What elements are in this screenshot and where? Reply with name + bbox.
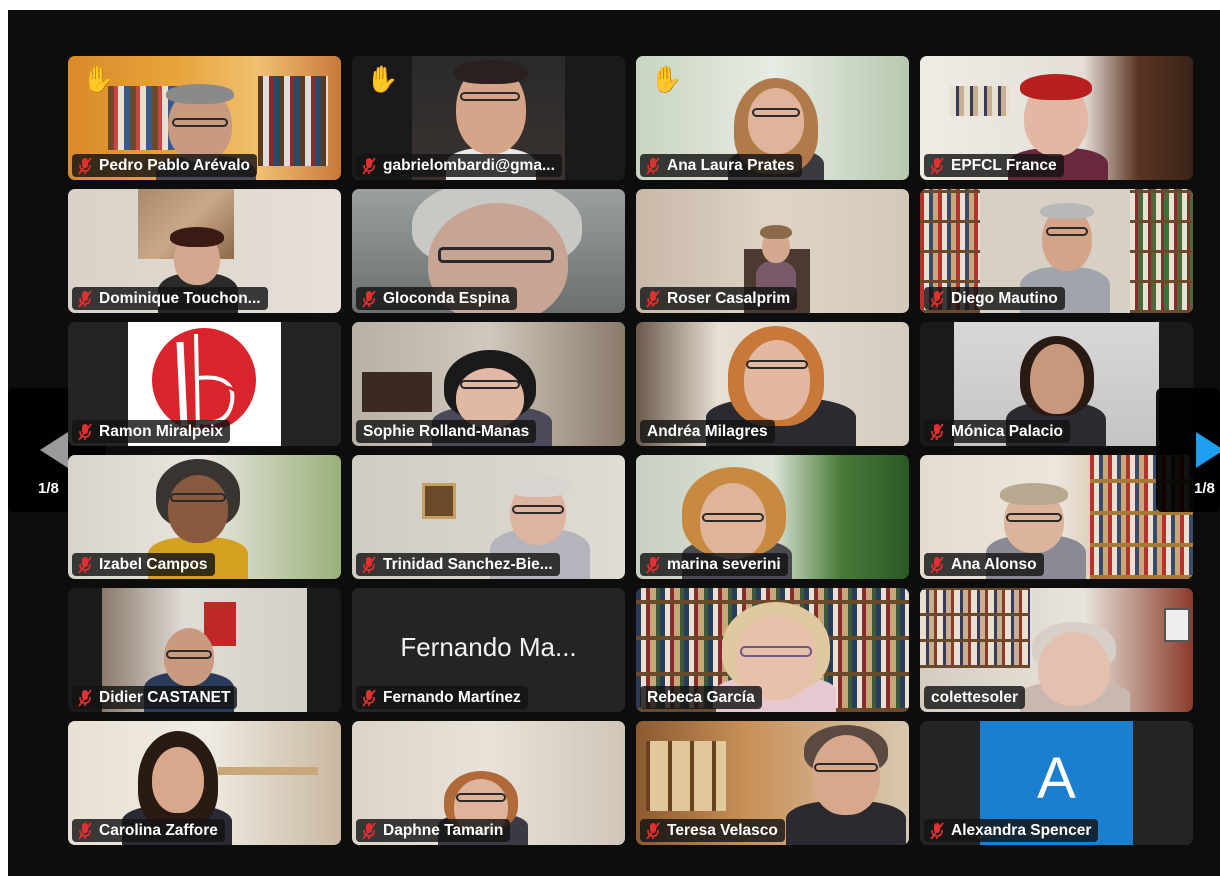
participant-name: Roser Casalprim [640,287,798,310]
video-tile[interactable]: ✋ Pedro Pablo Arévalo [68,56,341,180]
participant-name: gabrielombardi@gma... [356,154,562,177]
video-tile[interactable]: Daphne Tamarin [352,721,625,845]
participant-name: Pedro Pablo Arévalo [72,154,258,177]
participant-name: Trinidad Sanchez-Bie... [356,553,560,576]
muted-microphone-icon [930,422,944,441]
participant-name: Ana Laura Prates [640,154,802,177]
video-tile[interactable]: Ana Alonso [920,455,1193,579]
muted-microphone-icon [362,821,376,840]
video-tile[interactable]: Rebeca García [636,588,909,712]
muted-microphone-icon [930,821,944,840]
participant-name: Dominique Touchon... [72,287,268,310]
muted-microphone-icon [78,688,92,707]
participant-name: colettesoler [924,686,1026,709]
muted-microphone-icon [646,555,660,574]
muted-microphone-icon [362,688,376,707]
video-tile-active-speaker[interactable]: Sophie Rolland-Manas [352,322,625,446]
participant-name: Teresa Velasco [640,819,785,842]
muted-microphone-icon [930,289,944,308]
video-tile[interactable]: colettesoler [920,588,1193,712]
video-tile[interactable]: Trinidad Sanchez-Bie... [352,455,625,579]
muted-microphone-icon [362,156,376,175]
participant-name: Ramon Miralpeix [72,420,231,443]
muted-microphone-icon [646,821,660,840]
muted-microphone-icon [78,422,92,441]
next-page-button[interactable]: 1/8 [1156,388,1220,512]
arrow-right-icon [1196,432,1220,468]
participant-name: Didier CASTANET [72,686,238,709]
video-tile-video-off[interactable]: Fernando Ma... Fernando Martínez [352,588,625,712]
participant-name: Mónica Palacio [924,420,1070,443]
participant-name: Carolina Zaffore [72,819,225,842]
video-tile[interactable]: Andréa Milagres [636,322,909,446]
video-tile[interactable]: Roser Casalprim [636,189,909,313]
participant-name: Ana Alonso [924,553,1044,576]
video-tile[interactable]: Diego Mautino [920,189,1193,313]
video-tile[interactable]: Izabel Campos [68,455,341,579]
video-tile[interactable]: ✋ gabrielombardi@gma... [352,56,625,180]
video-tile[interactable]: Carolina Zaffore [68,721,341,845]
participant-name: Izabel Campos [72,553,215,576]
muted-microphone-icon [362,555,376,574]
video-tile[interactable]: Teresa Velasco [636,721,909,845]
raised-hand-icon: ✋ [650,64,683,94]
participant-name: Diego Mautino [924,287,1065,310]
muted-microphone-icon [78,289,92,308]
video-tile[interactable]: marina severini [636,455,909,579]
participant-name: Alexandra Spencer [924,819,1099,842]
participant-name: Andréa Milagres [640,420,775,443]
participant-name: Fernando Martínez [356,686,528,709]
muted-microphone-icon [362,289,376,308]
video-tile[interactable]: Ramon Miralpeix [68,322,341,446]
participant-name: Sophie Rolland-Manas [356,420,537,443]
video-tile[interactable]: Mónica Palacio [920,322,1193,446]
participant-name: EPFCL France [924,154,1064,177]
muted-microphone-icon [78,821,92,840]
video-grid: ✋ Pedro Pablo Arévalo ✋ gabrielombardi@g… [68,56,1193,845]
participant-name: Gloconda Espina [356,287,517,310]
raised-hand-icon: ✋ [82,64,115,94]
video-tile[interactable]: Gloconda Espina [352,189,625,313]
participant-name: marina severini [640,553,788,576]
muted-microphone-icon [930,156,944,175]
participant-display-name: Fernando Ma... [400,632,577,662]
participant-name: Rebeca García [640,686,762,709]
muted-microphone-icon [646,156,660,175]
participant-name: Daphne Tamarin [356,819,511,842]
video-tile[interactable]: A Alexandra Spencer [920,721,1193,845]
muted-microphone-icon [930,555,944,574]
page-indicator: 1/8 [1194,480,1215,497]
video-tile[interactable]: ✋ Ana Laura Prates [636,56,909,180]
muted-microphone-icon [78,156,92,175]
muted-microphone-icon [78,555,92,574]
video-tile[interactable]: Didier CASTANET [68,588,341,712]
video-tile[interactable]: Dominique Touchon... [68,189,341,313]
video-tile[interactable]: EPFCL France [920,56,1193,180]
raised-hand-icon: ✋ [366,64,399,94]
muted-microphone-icon [646,289,660,308]
page-indicator: 1/8 [38,480,59,497]
